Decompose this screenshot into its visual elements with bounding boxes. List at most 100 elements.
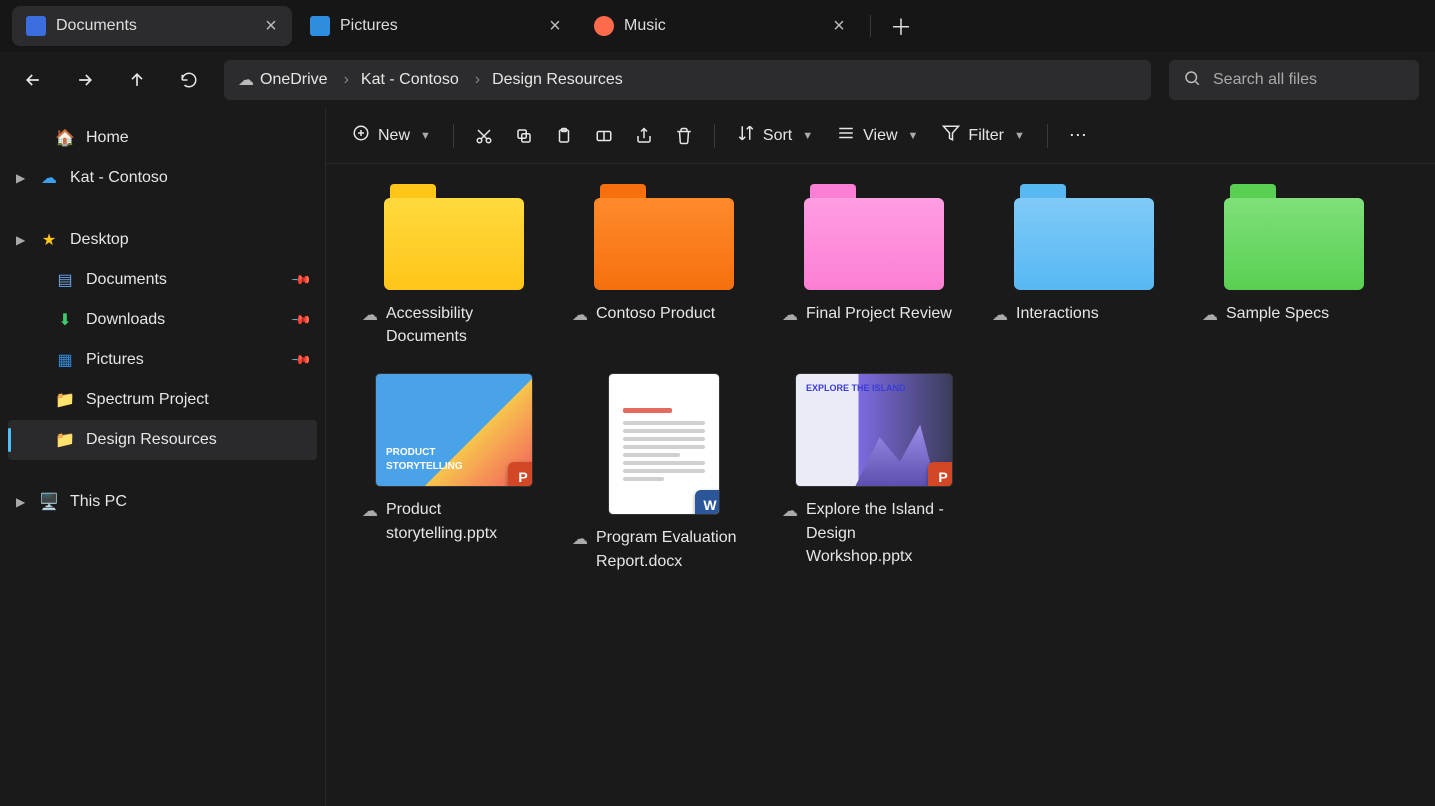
new-tab-button[interactable]: ＋ xyxy=(881,6,921,46)
share-button[interactable] xyxy=(626,118,662,154)
file-item[interactable]: W ☁Program Evaluation Report.docx xyxy=(564,374,764,572)
refresh-button[interactable] xyxy=(172,63,206,97)
folder-icon xyxy=(384,184,524,290)
item-label: Interactions xyxy=(1016,302,1099,325)
music-icon xyxy=(594,16,614,36)
chevron-right-icon[interactable]: ▶ xyxy=(16,171,25,185)
filter-button[interactable]: Filter ▼ xyxy=(932,118,1034,154)
cloud-icon: ☁ xyxy=(362,500,378,523)
file-thumbnail: EXPLORE THE ISLAND P xyxy=(796,374,952,486)
sidebar-item-design-resources[interactable]: 📁 Design Resources xyxy=(8,420,317,460)
search-input[interactable] xyxy=(1213,71,1420,89)
folder-item[interactable]: ☁Contoso Product xyxy=(564,184,764,348)
folder-item[interactable]: ☁Interactions xyxy=(984,184,1184,348)
pictures-icon: ▦ xyxy=(54,350,76,370)
chevron-right-icon: › xyxy=(475,71,480,89)
forward-button[interactable] xyxy=(68,63,102,97)
chevron-down-icon: ▼ xyxy=(1014,130,1025,142)
sidebar-item-label: Downloads xyxy=(86,311,165,329)
up-button[interactable] xyxy=(120,63,154,97)
folder-item[interactable]: ☁Final Project Review xyxy=(774,184,974,348)
breadcrumb-leaf[interactable]: Design Resources xyxy=(492,71,623,89)
pin-icon[interactable]: 📌 xyxy=(290,269,313,292)
copy-button[interactable] xyxy=(506,118,542,154)
new-button[interactable]: New ▼ xyxy=(342,118,441,154)
navigation-bar: ☁ OneDrive › Kat - Contoso › Design Reso… xyxy=(0,52,1435,108)
tab-label: Pictures xyxy=(340,17,534,35)
folder-icon xyxy=(1224,184,1364,290)
file-item[interactable]: EXPLORE THE ISLAND P ☁ Explore the Island… xyxy=(774,374,974,572)
close-icon[interactable]: × xyxy=(544,15,566,37)
sidebar-item-label: Documents xyxy=(86,271,167,289)
folder-item[interactable]: ☁Accessibility Documents xyxy=(354,184,554,348)
tab-separator xyxy=(870,15,871,37)
sidebar-item-downloads[interactable]: ⬇ Downloads 📌 xyxy=(8,300,317,340)
breadcrumb-mid[interactable]: Kat - Contoso › xyxy=(361,71,486,89)
sidebar-item-label: Spectrum Project xyxy=(86,391,209,409)
sort-icon xyxy=(737,124,755,147)
chevron-down-icon: ▼ xyxy=(420,130,431,142)
file-thumbnail: W xyxy=(609,374,719,514)
tab-music[interactable]: Music × xyxy=(580,6,860,46)
back-button[interactable] xyxy=(16,63,50,97)
close-icon[interactable]: × xyxy=(828,15,850,37)
close-icon[interactable]: × xyxy=(260,15,282,37)
breadcrumb-label: Kat - Contoso xyxy=(361,71,459,89)
sidebar-item-spectrum[interactable]: 📁 Spectrum Project xyxy=(8,380,317,420)
tab-documents[interactable]: Documents × xyxy=(12,6,292,46)
chevron-right-icon[interactable]: ▶ xyxy=(16,233,25,247)
sidebar-item-pictures[interactable]: ▦ Pictures 📌 xyxy=(8,340,317,380)
sidebar-item-label: Kat - Contoso xyxy=(70,169,168,187)
chevron-right-icon[interactable]: ▶ xyxy=(16,495,25,509)
delete-button[interactable] xyxy=(666,118,702,154)
sidebar-item-account[interactable]: ▶ ☁ Kat - Contoso xyxy=(8,158,317,198)
item-label: Explore the Island - Design Workshop.ppt… xyxy=(806,498,966,568)
folder-item[interactable]: ☁ Sample Specs xyxy=(1194,184,1394,348)
sidebar-item-this-pc[interactable]: ▶ 🖥️ This PC xyxy=(8,482,317,522)
file-item[interactable]: PRODUCT STORYTELLING P ☁Product storytel… xyxy=(354,374,554,572)
file-grid: ☁Accessibility Documents ☁Contoso Produc… xyxy=(326,164,1435,806)
sidebar-item-label: Pictures xyxy=(86,351,144,369)
view-icon xyxy=(837,124,855,147)
plus-circle-icon xyxy=(352,124,370,147)
item-label: Program Evaluation Report.docx xyxy=(596,526,756,572)
cloud-icon: ☁ xyxy=(362,304,378,327)
rename-button[interactable] xyxy=(586,118,622,154)
sidebar-item-label: This PC xyxy=(70,493,127,511)
cut-button[interactable] xyxy=(466,118,502,154)
search-box[interactable] xyxy=(1169,60,1419,100)
item-label: Sample Specs xyxy=(1226,302,1329,325)
address-bar[interactable]: ☁ OneDrive › Kat - Contoso › Design Reso… xyxy=(224,60,1151,100)
view-button[interactable]: View ▼ xyxy=(827,118,928,154)
cloud-icon: ☁ xyxy=(238,70,254,90)
tab-pictures[interactable]: Pictures × xyxy=(296,6,576,46)
powerpoint-icon: P xyxy=(928,462,952,486)
breadcrumb-root[interactable]: OneDrive › xyxy=(260,71,355,89)
sidebar-item-desktop[interactable]: ▶ ★ Desktop xyxy=(8,220,317,260)
cloud-icon: ☁ xyxy=(782,500,798,523)
sidebar-item-home[interactable]: 🏠 Home xyxy=(8,118,317,158)
folder-icon xyxy=(804,184,944,290)
folder-icon xyxy=(594,184,734,290)
sidebar: 🏠 Home ▶ ☁ Kat - Contoso ▶ ★ Desktop ▤ D… xyxy=(0,108,326,806)
chevron-right-icon: › xyxy=(344,71,349,89)
pin-icon[interactable]: 📌 xyxy=(290,309,313,332)
file-thumbnail: PRODUCT STORYTELLING P xyxy=(376,374,532,486)
button-label: New xyxy=(378,127,410,145)
chevron-down-icon: ▼ xyxy=(802,130,813,142)
filter-icon xyxy=(942,124,960,147)
separator xyxy=(714,124,715,148)
paste-button[interactable] xyxy=(546,118,582,154)
sidebar-item-documents[interactable]: ▤ Documents 📌 xyxy=(8,260,317,300)
thumb-text: EXPLORE THE ISLAND xyxy=(806,384,906,394)
pc-icon: 🖥️ xyxy=(38,492,60,512)
sort-button[interactable]: Sort ▼ xyxy=(727,118,823,154)
powerpoint-icon: P xyxy=(508,462,532,486)
chevron-down-icon: ▼ xyxy=(908,130,919,142)
cloud-icon: ☁ xyxy=(1202,304,1218,327)
thumb-text: PRODUCT xyxy=(386,447,435,458)
folder-icon: 📁 xyxy=(54,430,76,450)
more-button[interactable]: ⋯ xyxy=(1060,118,1096,154)
pin-icon[interactable]: 📌 xyxy=(290,349,313,372)
cloud-icon: ☁ xyxy=(38,168,60,188)
